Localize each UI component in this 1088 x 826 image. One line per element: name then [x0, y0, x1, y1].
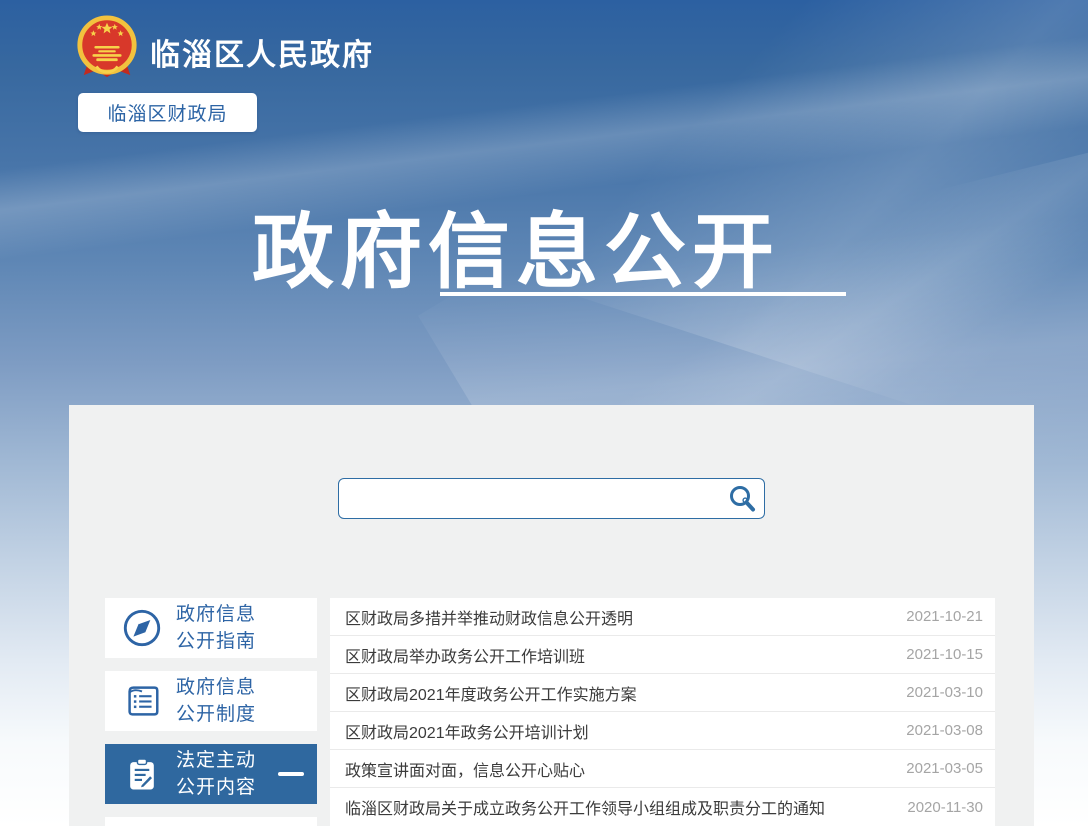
- list-item: 区财政局举办政务公开工作培训班 2021-10-15: [330, 636, 995, 674]
- sidebar: 政府信息 公开指南 政府信息 公开制度 法定主动 公开内容: [105, 598, 317, 826]
- article-date: 2021-03-08: [906, 722, 983, 739]
- sidebar-subitem-agency-functions[interactable]: 机构职能: [105, 817, 317, 826]
- sidebar-item-label: 政府信息 公开制度: [176, 677, 257, 725]
- clipboard-pen-icon: [121, 753, 163, 795]
- site-logo[interactable]: [74, 14, 140, 80]
- sidebar-item-statutory-disclosure[interactable]: 法定主动 公开内容: [105, 744, 317, 804]
- article-list: 区财政局多措并举推动财政信息公开透明 2021-10-21 区财政局举办政务公开…: [330, 598, 995, 826]
- sidebar-item-disclosure-guide[interactable]: 政府信息 公开指南: [105, 598, 317, 658]
- search-button[interactable]: [720, 479, 764, 518]
- book-icon: [121, 680, 163, 722]
- article-date: 2021-03-05: [906, 760, 983, 777]
- site-title: 临淄区人民政府: [150, 39, 374, 72]
- sidebar-item-disclosure-system[interactable]: 政府信息 公开制度: [105, 671, 317, 731]
- department-badge-button[interactable]: 临淄区财政局: [78, 93, 257, 132]
- article-link[interactable]: 区财政局举办政务公开工作培训班: [345, 643, 585, 667]
- search-box: [338, 478, 765, 519]
- search-icon: [730, 485, 755, 511]
- article-link[interactable]: 区财政局2021年政务公开培训计划: [345, 719, 589, 743]
- article-link[interactable]: 区财政局2021年度政务公开工作实施方案: [345, 681, 637, 705]
- list-item: 区财政局多措并举推动财政信息公开透明 2021-10-21: [330, 598, 995, 636]
- minus-icon[interactable]: [278, 772, 304, 776]
- sidebar-item-label: 政府信息 公开指南: [176, 604, 257, 652]
- compass-icon: [121, 607, 163, 649]
- list-item: 区财政局2021年政务公开培训计划 2021-03-08: [330, 712, 995, 750]
- list-item: 政策宣讲面对面，信息公开心贴心 2021-03-05: [330, 750, 995, 788]
- list-item: 区财政局2021年度政务公开工作实施方案 2021-03-10: [330, 674, 995, 712]
- article-link[interactable]: 政策宣讲面对面，信息公开心贴心: [345, 757, 585, 781]
- page: 临淄区人民政府 临淄区财政局 政府信息公开 政府信息 公开指南 政府信息 公开制…: [0, 0, 1088, 826]
- article-link[interactable]: 临淄区财政局关于成立政务公开工作领导小组组成及职责分工的通知: [345, 795, 825, 819]
- article-date: 2021-10-15: [906, 646, 983, 663]
- article-date: 2021-10-21: [906, 608, 983, 625]
- china-national-emblem-icon: [77, 15, 137, 78]
- sidebar-item-label: 法定主动 公开内容: [176, 750, 257, 798]
- article-date: 2021-03-10: [906, 684, 983, 701]
- page-title: 政府信息公开: [251, 207, 780, 298]
- article-link[interactable]: 区财政局多措并举推动财政信息公开透明: [345, 605, 633, 629]
- title-underline: [440, 292, 846, 296]
- list-item: 临淄区财政局关于成立政务公开工作领导小组组成及职责分工的通知 2020-11-3…: [330, 788, 995, 826]
- search-input[interactable]: [339, 479, 720, 518]
- content-panel: 政府信息 公开指南 政府信息 公开制度 法定主动 公开内容 区财政局多措并举推动…: [69, 405, 1034, 826]
- article-date: 2020-11-30: [907, 798, 983, 816]
